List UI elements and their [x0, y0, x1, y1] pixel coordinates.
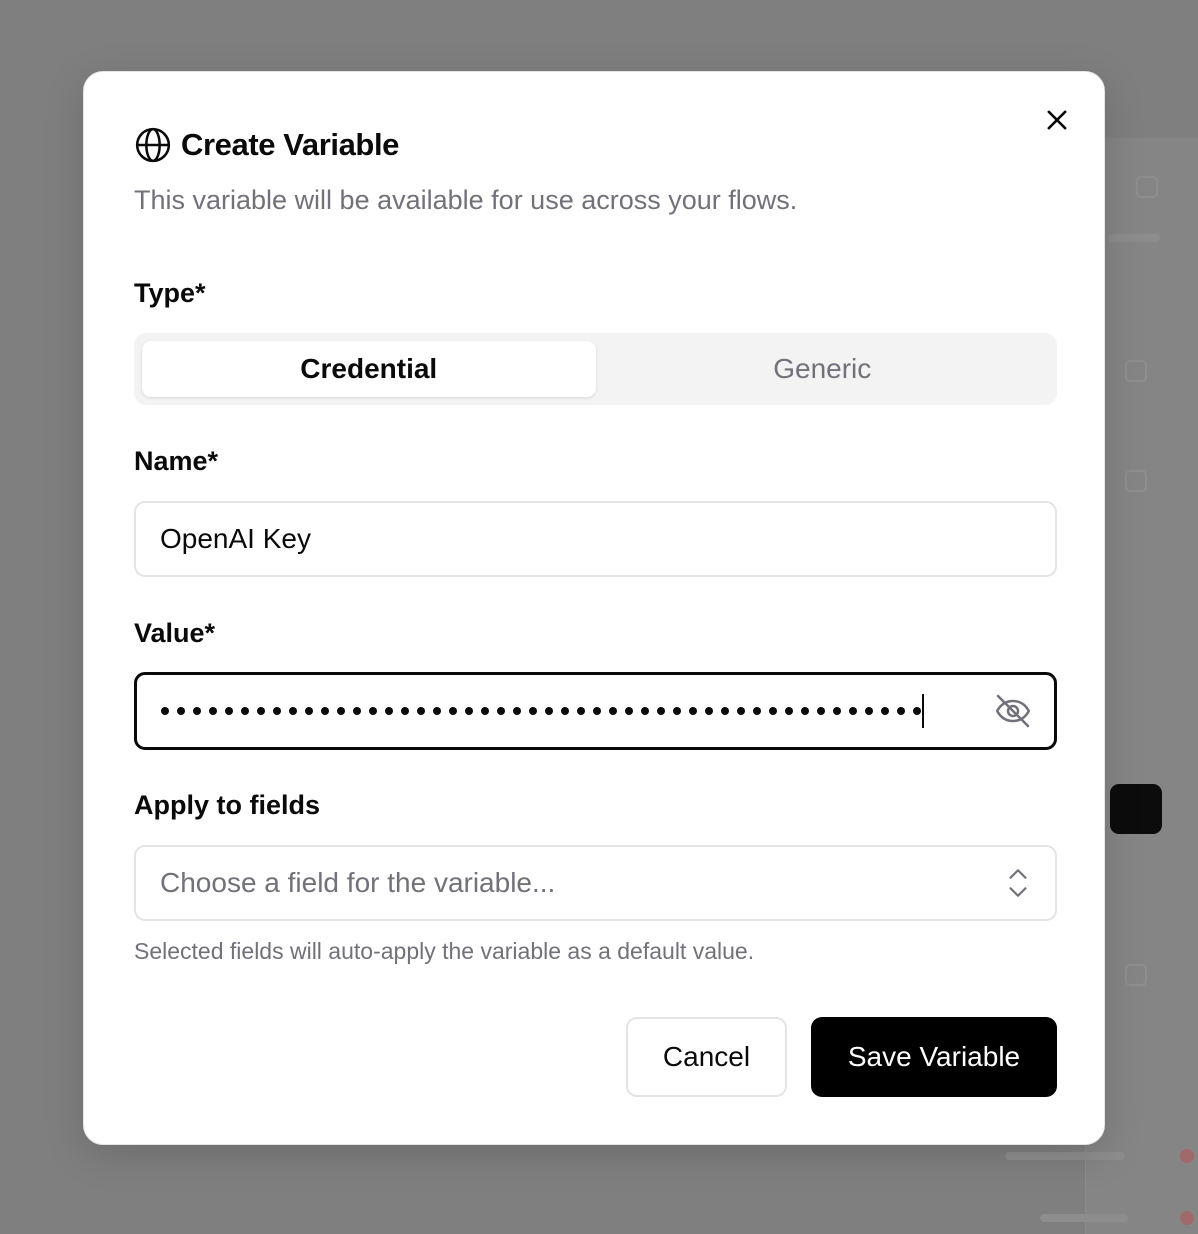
mask-dot	[625, 707, 633, 715]
mask-dot	[481, 707, 489, 715]
chevrons-up-down-icon	[1005, 866, 1031, 900]
mask-dot	[673, 707, 681, 715]
mask-dot	[337, 707, 345, 715]
mask-dot	[785, 707, 793, 715]
dialog-header: Create Variable	[134, 126, 399, 164]
mask-dot	[289, 707, 297, 715]
mask-dot	[849, 707, 857, 715]
background-text	[1040, 1214, 1128, 1222]
mask-dot	[193, 707, 201, 715]
mask-dot	[545, 707, 553, 715]
name-input[interactable]: OpenAI Key	[134, 501, 1057, 577]
type-label: Type*	[134, 278, 206, 308]
mask-dot	[913, 707, 921, 715]
mask-dot	[561, 707, 569, 715]
apply-fields-helper: Selected fields will auto-apply the vari…	[134, 938, 755, 964]
mask-dot	[529, 707, 537, 715]
mask-dot	[385, 707, 393, 715]
value-label: Value*	[134, 618, 216, 648]
close-icon	[1047, 110, 1067, 130]
name-input-value: OpenAI Key	[160, 523, 311, 554]
background-dark-button	[1110, 784, 1162, 834]
mask-dot	[417, 707, 425, 715]
background-icon	[1136, 176, 1158, 198]
masked-value	[161, 707, 921, 715]
mask-dot	[881, 707, 889, 715]
mask-dot	[465, 707, 473, 715]
background-icon	[1125, 964, 1147, 986]
mask-dot	[305, 707, 313, 715]
mask-dot	[257, 707, 265, 715]
mask-dot	[273, 707, 281, 715]
mask-dot	[161, 707, 169, 715]
background-text	[1005, 1152, 1125, 1160]
mask-dot	[225, 707, 233, 715]
mask-dot	[801, 707, 809, 715]
mask-dot	[721, 707, 729, 715]
mask-dot	[705, 707, 713, 715]
name-label: Name*	[134, 446, 219, 476]
apply-fields-placeholder: Choose a field for the variable...	[160, 867, 556, 898]
type-option-generic[interactable]: Generic	[596, 341, 1050, 397]
close-button[interactable]	[1039, 102, 1075, 138]
mask-dot	[513, 707, 521, 715]
mask-dot	[753, 707, 761, 715]
mask-dot	[865, 707, 873, 715]
mask-dot	[321, 707, 329, 715]
mask-dot	[497, 707, 505, 715]
save-variable-button[interactable]: Save Variable	[811, 1017, 1057, 1097]
cancel-button[interactable]: Cancel	[626, 1017, 787, 1097]
mask-dot	[689, 707, 697, 715]
mask-dot	[641, 707, 649, 715]
mask-dot	[353, 707, 361, 715]
value-input[interactable]	[134, 672, 1057, 750]
mask-dot	[241, 707, 249, 715]
text-caret	[922, 694, 924, 728]
mask-dot	[577, 707, 585, 715]
background-text	[1108, 234, 1160, 242]
mask-dot	[897, 707, 905, 715]
eye-off-icon	[995, 694, 1031, 728]
background-icon	[1125, 470, 1147, 492]
type-toggle: Credential Generic	[134, 333, 1057, 405]
background-badge	[1180, 1211, 1194, 1225]
type-option-credential[interactable]: Credential	[142, 341, 596, 397]
toggle-visibility-button[interactable]	[992, 690, 1034, 732]
apply-fields-label: Apply to fields	[134, 790, 321, 820]
apply-fields-select[interactable]: Choose a field for the variable...	[134, 845, 1057, 921]
background-icon	[1125, 360, 1147, 382]
mask-dot	[449, 707, 457, 715]
globe-icon	[134, 126, 172, 164]
mask-dot	[209, 707, 217, 715]
mask-dot	[369, 707, 377, 715]
dialog-title: Create Variable	[181, 127, 400, 162]
mask-dot	[833, 707, 841, 715]
create-variable-dialog: Create Variable This variable will be av…	[83, 71, 1105, 1145]
mask-dot	[401, 707, 409, 715]
mask-dot	[769, 707, 777, 715]
mask-dot	[609, 707, 617, 715]
dialog-subtitle: This variable will be available for use …	[134, 185, 798, 215]
mask-dot	[177, 707, 185, 715]
mask-dot	[737, 707, 745, 715]
background-badge	[1180, 1149, 1194, 1163]
mask-dot	[657, 707, 665, 715]
mask-dot	[433, 707, 441, 715]
mask-dot	[593, 707, 601, 715]
mask-dot	[817, 707, 825, 715]
